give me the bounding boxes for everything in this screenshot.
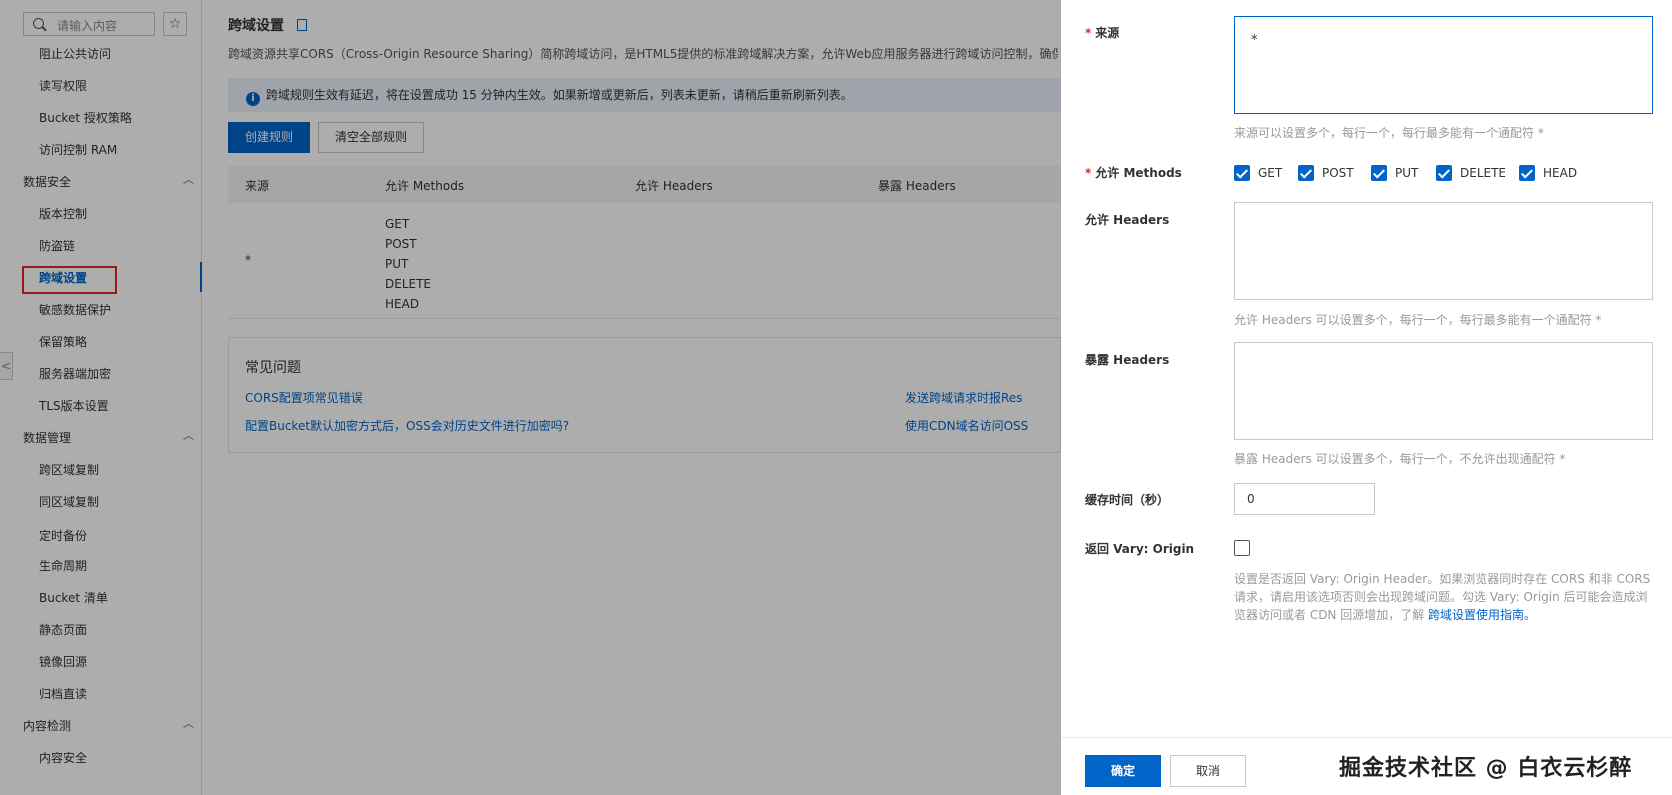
origin-textarea[interactable]: * — [1234, 16, 1653, 114]
origin-hint: 来源可以设置多个，每行一个，每行最多能有一个通配符 * — [1234, 126, 1544, 140]
origin-label-text: 来源 — [1095, 26, 1120, 40]
checkbox-label: PUT — [1395, 166, 1419, 180]
checkbox-label: HEAD — [1543, 166, 1578, 180]
cors-rule-drawer: * 来源 * 来源可以设置多个，每行一个，每行最多能有一个通配符 * * 允许 Me… — [1061, 0, 1672, 795]
modal-overlay[interactable] — [0, 0, 1061, 795]
checkbox-checked-icon — [1436, 165, 1452, 181]
cancel-button[interactable]: 取消 — [1170, 755, 1246, 787]
checkbox-label: GET — [1258, 166, 1283, 180]
cache-time-value: 0 — [1247, 492, 1255, 506]
expose-headers-hint: 暴露 Headers 可以设置多个，每行一个，不允许出现通配符 * — [1234, 452, 1566, 466]
vary-origin-hint: 设置是否返回 Vary: Origin Header。如果浏览器同时存在 COR… — [1234, 570, 1654, 624]
checkbox-checked-icon — [1519, 165, 1535, 181]
checkbox-label: DELETE — [1460, 166, 1507, 180]
cache-time-label: 缓存时间（秒） — [1085, 493, 1170, 507]
checkbox-checked-icon — [1298, 165, 1314, 181]
vary-origin-label: 返回 Vary: Origin — [1085, 542, 1195, 556]
watermark: 掘金技术社区 @ 白衣云杉醉 — [1339, 756, 1633, 781]
checkbox-checked-icon — [1234, 165, 1250, 181]
allow-headers-textarea[interactable] — [1234, 202, 1653, 300]
methods-label: * 允许 Methods — [1085, 164, 1182, 181]
checkbox-checked-icon — [1371, 165, 1387, 181]
expose-headers-textarea[interactable] — [1234, 342, 1653, 440]
checkbox-label: POST — [1322, 166, 1354, 180]
drawer-footer: 确定 取消 掘金技术社区 @ 白衣云杉醉 — [1061, 737, 1672, 795]
origin-value: * — [1251, 33, 1258, 48]
confirm-button[interactable]: 确定 — [1085, 755, 1161, 787]
cors-guide-link[interactable]: 跨域设置使用指南。 — [1428, 608, 1536, 622]
allow-headers-hint: 允许 Headers 可以设置多个，每行一个，每行最多能有一个通配符 * — [1234, 313, 1602, 327]
origin-label: * 来源 — [1085, 24, 1119, 41]
methods-label-text: 允许 Methods — [1095, 166, 1182, 180]
required-mark: * — [1085, 166, 1092, 180]
expose-headers-label: 暴露 Headers — [1085, 353, 1170, 367]
required-mark: * — [1085, 26, 1092, 40]
vary-origin-checkbox[interactable] — [1234, 540, 1250, 556]
cache-time-input[interactable]: 0 — [1234, 483, 1375, 515]
allow-headers-label: 允许 Headers — [1085, 213, 1170, 227]
